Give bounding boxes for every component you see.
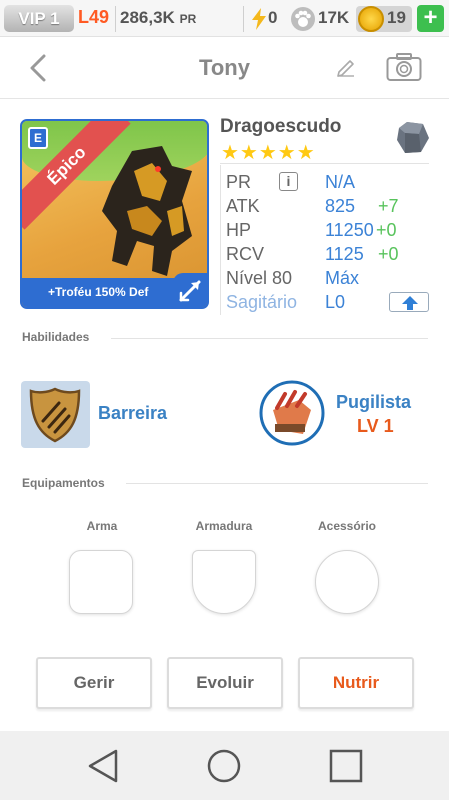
divider — [115, 6, 116, 32]
pr-label: PR — [226, 172, 252, 192]
atk-label: ATK — [226, 196, 260, 216]
atk-bonus: +7 — [378, 196, 399, 216]
nav-back-icon[interactable] — [86, 748, 120, 784]
armor-label: Armadura — [195, 519, 253, 533]
nav-home-icon[interactable] — [206, 748, 242, 784]
feed-button[interactable]: Nutrir — [298, 657, 414, 709]
hp-value: 11250 — [325, 220, 374, 240]
coin-icon — [358, 6, 384, 32]
status-bar: VIP 1 L49 286,3K PR 0 17K 19 + — [0, 0, 449, 37]
page-header: Tony — [0, 37, 449, 99]
skills-heading: Habilidades — [22, 330, 90, 344]
level-label: Nível 80 — [226, 268, 293, 288]
divider — [243, 6, 244, 32]
atk-value: 825 — [325, 196, 356, 216]
fist-icon[interactable] — [259, 380, 325, 446]
armor-slot[interactable] — [192, 550, 256, 614]
sign-value: L0 — [325, 292, 346, 312]
page-title: Tony — [199, 55, 250, 80]
paw-icon — [291, 7, 315, 31]
hp-bonus: +0 — [376, 220, 397, 240]
skill-name: Pugilista — [336, 392, 412, 412]
power-unit: PR — [179, 12, 197, 26]
star-rating: ★★★★★ — [221, 142, 316, 164]
arrow-up-icon — [402, 296, 418, 310]
accessory-label: Acessório — [317, 519, 377, 533]
edit-icon[interactable] — [336, 57, 356, 77]
pr-value: N/A — [325, 172, 356, 192]
vip-badge[interactable]: VIP 1 — [4, 5, 74, 32]
system-nav-bar — [0, 731, 449, 800]
element-tag: E — [28, 127, 48, 149]
lightning-icon — [252, 8, 266, 30]
power-value: 286,3K — [120, 8, 175, 27]
divider — [220, 165, 221, 315]
weapon-slot[interactable] — [69, 550, 133, 614]
level-value: Máx — [325, 268, 360, 288]
rcv-label: RCV — [226, 244, 265, 264]
divider — [111, 338, 428, 339]
skill-level: LV 1 — [357, 416, 394, 436]
equipment-heading: Equipamentos — [22, 476, 105, 490]
coin-count: 19 — [387, 8, 406, 27]
sign-label[interactable]: Sagitário — [226, 292, 297, 313]
element-badge — [173, 273, 207, 307]
accessory-slot[interactable] — [315, 550, 379, 614]
divider — [126, 483, 428, 484]
info-icon[interactable]: i — [279, 172, 298, 191]
energy-count: 0 — [268, 8, 278, 27]
nav-recents-icon[interactable] — [329, 749, 363, 783]
monster-portrait[interactable]: Épico E +Troféu 150% Def — [20, 119, 209, 309]
evolve-button[interactable]: Evoluir — [167, 657, 283, 709]
rock-element-icon[interactable] — [395, 120, 431, 156]
weapon-label: Arma — [86, 519, 118, 533]
skill-name: Barreira — [98, 403, 168, 423]
add-coins-button[interactable]: + — [417, 5, 444, 32]
power-rating: 286,3K PR — [120, 8, 196, 28]
sign-upgrade-button[interactable] — [389, 292, 429, 312]
arrow-icon — [179, 280, 201, 302]
camera-icon[interactable] — [386, 52, 422, 82]
rcv-bonus: +0 — [378, 244, 399, 264]
manage-button[interactable]: Gerir — [36, 657, 152, 709]
hp-label: HP — [226, 220, 252, 240]
divider — [220, 163, 429, 164]
shield-icon[interactable] — [21, 381, 90, 448]
rcv-value: 1125 — [325, 244, 364, 264]
monster-name: Dragoescudo — [220, 116, 342, 137]
player-level: L49 — [78, 7, 110, 27]
paw-count: 17K — [318, 8, 350, 27]
